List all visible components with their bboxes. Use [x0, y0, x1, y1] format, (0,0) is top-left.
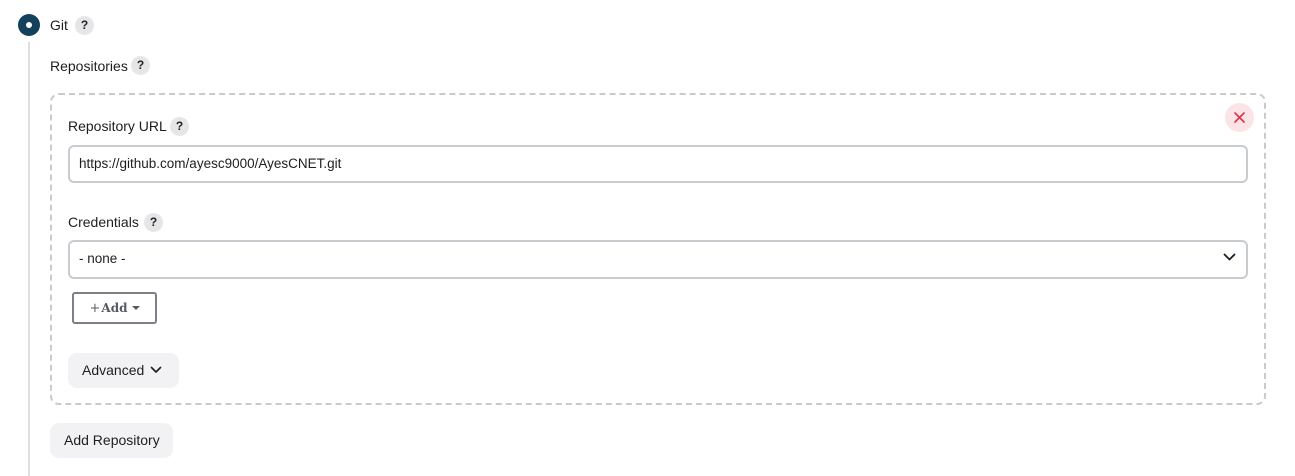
repository-url-label: Repository URL [68, 118, 167, 134]
add-repository-button[interactable]: Add Repository [50, 423, 173, 458]
credentials-label: Credentials [68, 214, 139, 230]
add-credentials-label: Add [101, 301, 128, 315]
plus-icon: + [89, 301, 101, 316]
close-icon [1234, 112, 1245, 123]
chevron-down-icon [1223, 253, 1236, 261]
repositories-help-icon[interactable]: ? [131, 56, 150, 75]
git-option-label[interactable]: Git [50, 17, 68, 34]
nesting-line [28, 42, 30, 476]
repository-url-help-icon[interactable]: ? [170, 117, 189, 136]
caret-down-icon [131, 305, 140, 310]
add-repository-label: Add Repository [64, 432, 160, 448]
credentials-help-icon[interactable]: ? [144, 213, 163, 232]
repository-url-input[interactable]: https://github.com/ayesc9000/AyesCNET.gi… [68, 145, 1248, 183]
repositories-label: Repositories [50, 58, 128, 74]
git-help-icon[interactable]: ? [75, 16, 94, 35]
git-radio-button[interactable] [18, 14, 40, 36]
advanced-label: Advanced [82, 362, 145, 378]
advanced-button[interactable]: Advanced [68, 353, 179, 388]
credentials-selected-value: - none - [79, 251, 126, 266]
add-credentials-button[interactable]: +Add [72, 292, 157, 324]
radio-selected-icon [26, 22, 32, 28]
remove-repository-button[interactable] [1225, 103, 1254, 132]
credentials-select[interactable]: - none - [68, 240, 1248, 279]
scm-git-section: Git ? Repositories ? Repository URL ? ht… [0, 0, 1295, 476]
chevron-down-icon [150, 366, 162, 373]
